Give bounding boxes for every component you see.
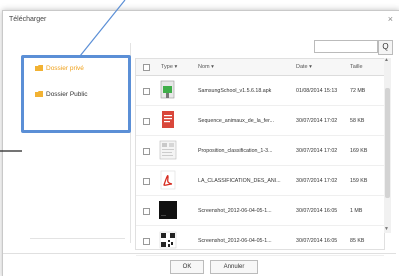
dialog-title: Télécharger	[9, 16, 47, 23]
file-size: 169 KB	[350, 148, 368, 154]
file-name[interactable]: LA_CLASSIFICATION_DES_ANI...	[198, 178, 293, 184]
file-name[interactable]: Screenshot_2012-06-04-05-1...	[198, 208, 293, 214]
column-header-name[interactable]: Nom ▾	[198, 64, 214, 70]
file-size: 159 KB	[350, 178, 368, 184]
search-icon: Q	[382, 42, 389, 51]
image-file-icon	[158, 140, 178, 160]
file-size: 58 KB	[350, 118, 365, 124]
folder-label: Dossier Public	[46, 91, 88, 98]
scrollbar-thumb[interactable]	[385, 88, 390, 198]
file-date: 30/07/2014 16:05	[296, 208, 338, 214]
table-row[interactable]: Sequence_animaux_de_la_fer... 30/07/2014…	[136, 106, 384, 136]
qrcode-file-icon	[158, 230, 178, 250]
file-date: 30/07/2014 17:02	[296, 148, 338, 154]
dialog-title-bar: Télécharger ×	[3, 11, 399, 31]
file-date: 01/08/2014 15:13	[296, 88, 338, 94]
search-input[interactable]	[314, 40, 378, 53]
folder-icon	[35, 91, 43, 98]
apk-file-icon	[158, 80, 178, 100]
column-header-date[interactable]: Date ▾	[296, 64, 312, 70]
folder-item-public[interactable]: Dossier Public	[35, 91, 88, 98]
row-checkbox[interactable]	[143, 88, 150, 95]
scroll-up-icon[interactable]: ▲	[384, 57, 389, 63]
column-header-size[interactable]: Taille	[350, 64, 363, 70]
table-row[interactable]: Screenshot_2012-06-04-05-1... 30/07/2014…	[136, 226, 384, 256]
scroll-down-icon[interactable]: ▼	[384, 226, 389, 232]
file-size: 1 MB	[350, 208, 363, 214]
file-name[interactable]: Screenshot_2012-06-04-05-1...	[198, 238, 293, 244]
table-header: Type ▾ Nom ▾ Date ▾ Taille	[136, 59, 384, 76]
folder-item-private[interactable]: Dossier privé	[35, 65, 84, 72]
table-row[interactable]: Screenshot_2012-06-04-05-1... 30/07/2014…	[136, 196, 384, 226]
folder-icon	[35, 65, 43, 72]
file-name[interactable]: Sequence_animaux_de_la_fer...	[198, 118, 293, 124]
pdf-file-icon	[158, 170, 178, 190]
cancel-button[interactable]: Annuler	[210, 260, 258, 274]
file-name[interactable]: Proposition_classification_1-3...	[198, 148, 293, 154]
document-file-icon	[158, 110, 178, 130]
table-row[interactable]: Proposition_classification_1-3... 30/07/…	[136, 136, 384, 166]
table-row[interactable]: LA_CLASSIFICATION_DES_ANI... 30/07/2014 …	[136, 166, 384, 196]
file-date: 30/07/2014 16:05	[296, 238, 338, 244]
column-header-type[interactable]: Type ▾	[161, 64, 177, 70]
footer-divider	[3, 253, 396, 254]
row-checkbox[interactable]	[143, 118, 150, 125]
close-icon[interactable]: ×	[388, 14, 393, 24]
file-size: 85 KB	[350, 238, 365, 244]
file-name[interactable]: SamsungSchool_v1.5.6.18.apk	[198, 88, 293, 94]
search-button[interactable]: Q	[378, 40, 393, 55]
file-date: 30/07/2014 17:02	[296, 118, 338, 124]
table-row[interactable]: SamsungSchool_v1.5.6.18.apk 01/08/2014 1…	[136, 76, 384, 106]
file-date: 30/07/2014 17:02	[296, 178, 338, 184]
folder-panel: Dossier privé Dossier Public	[25, 43, 131, 243]
folder-label: Dossier privé	[46, 65, 84, 72]
row-checkbox[interactable]	[143, 238, 150, 245]
select-all-checkbox[interactable]	[143, 64, 150, 71]
row-checkbox[interactable]	[143, 178, 150, 185]
ok-button[interactable]: OK	[170, 260, 204, 274]
screenshot-file-icon	[158, 200, 178, 220]
row-checkbox[interactable]	[143, 148, 150, 155]
row-checkbox[interactable]	[143, 208, 150, 215]
file-size: 72 MB	[350, 88, 366, 94]
screenshot-stage: Télécharger × Dossier privé Dossier Publ…	[0, 0, 399, 276]
folder-panel-divider	[30, 238, 125, 239]
file-table: Type ▾ Nom ▾ Date ▾ Taille SamsungSchool…	[135, 58, 385, 256]
